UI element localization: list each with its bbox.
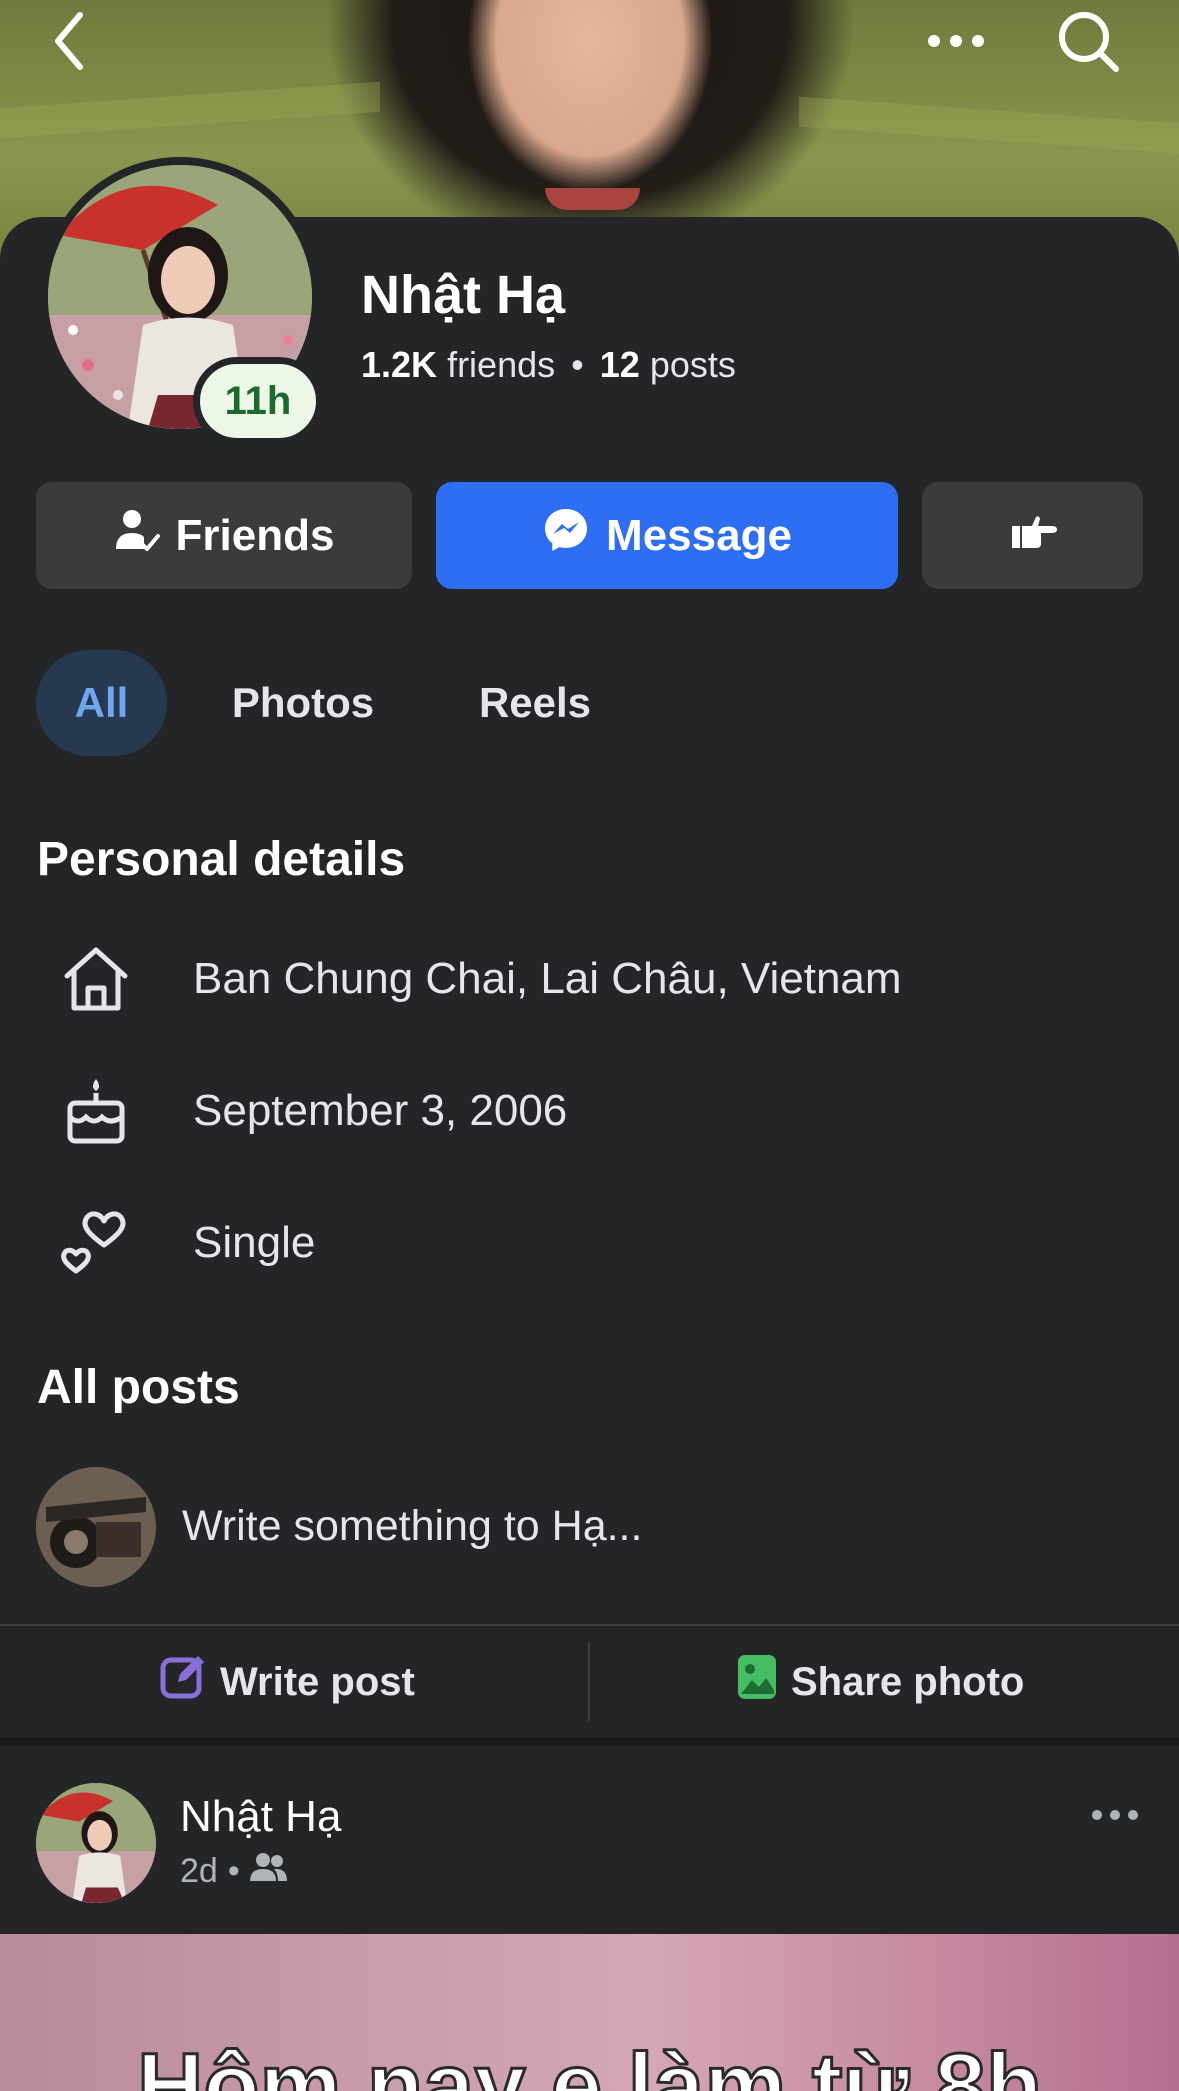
friends-audience-icon	[249, 1852, 288, 1891]
section-separator	[0, 1738, 1179, 1746]
friends-label[interactable]: friends	[447, 344, 555, 385]
poke-hand-icon	[1008, 511, 1058, 561]
posts-label: posts	[649, 344, 736, 385]
friends-button-label: Friends	[175, 510, 335, 560]
hometown-text: Ban Chung Chai, Lai Châu, Vietnam	[193, 954, 902, 1003]
stats-separator: •	[571, 344, 584, 385]
ellipsis-icon	[926, 33, 986, 54]
all-posts-title: All posts	[37, 1361, 240, 1414]
post-author-name[interactable]: Nhật Hạ	[180, 1792, 341, 1842]
share-photo-button[interactable]: Share photo	[737, 1626, 1024, 1738]
write-post-label: Write post	[220, 1659, 415, 1704]
tab-photos[interactable]: Photos	[210, 650, 396, 756]
search-icon	[1056, 9, 1120, 78]
tab-reels[interactable]: Reels	[462, 650, 608, 756]
write-post-button[interactable]: Write post	[160, 1626, 415, 1738]
chevron-left-icon	[50, 11, 90, 76]
post-time[interactable]: 2d	[180, 1852, 218, 1891]
poke-button[interactable]	[922, 482, 1143, 589]
edit-icon	[160, 1654, 206, 1710]
ellipsis-icon	[1091, 1808, 1139, 1826]
friends-button[interactable]: Friends	[36, 482, 412, 589]
profile-name: Nhật Hạ	[361, 265, 566, 325]
tab-all[interactable]: All	[36, 650, 167, 756]
message-button[interactable]: Message	[436, 482, 898, 589]
birthday-text: September 3, 2006	[193, 1086, 568, 1135]
relationship-text: Single	[193, 1218, 316, 1267]
home-icon	[58, 941, 134, 1017]
hearts-icon	[58, 1203, 134, 1279]
post-image-text: Hôm nay e làm từ 8h	[135, 2034, 1043, 2091]
message-button-label: Message	[606, 510, 792, 560]
profile-stats: 1.2K friends • 12 posts	[361, 344, 736, 386]
search-button[interactable]	[1053, 8, 1123, 78]
personal-details-title: Personal details	[37, 833, 406, 886]
post-image[interactable]: Hôm nay e làm từ 8h	[0, 1934, 1179, 2091]
composer-input[interactable]: Write something to Hạ...	[182, 1502, 642, 1551]
post-meta-separator: •	[227, 1852, 240, 1890]
photo-icon	[737, 1654, 777, 1710]
post-author-avatar[interactable]	[36, 1783, 156, 1903]
share-photo-label: Share photo	[791, 1659, 1025, 1704]
birthday-cake-icon	[58, 1072, 134, 1148]
post-meta: 2d •	[180, 1852, 288, 1891]
active-status-badge: 11h	[193, 357, 323, 445]
friends-count[interactable]: 1.2K	[361, 344, 437, 385]
posts-count: 12	[599, 344, 640, 385]
more-options-button[interactable]	[921, 8, 991, 78]
back-button[interactable]	[35, 8, 105, 78]
actions-separator	[588, 1643, 590, 1721]
messenger-icon	[542, 506, 590, 565]
friend-check-icon	[114, 507, 160, 564]
post-more-button[interactable]	[1085, 1797, 1145, 1837]
viewer-avatar	[36, 1467, 156, 1587]
